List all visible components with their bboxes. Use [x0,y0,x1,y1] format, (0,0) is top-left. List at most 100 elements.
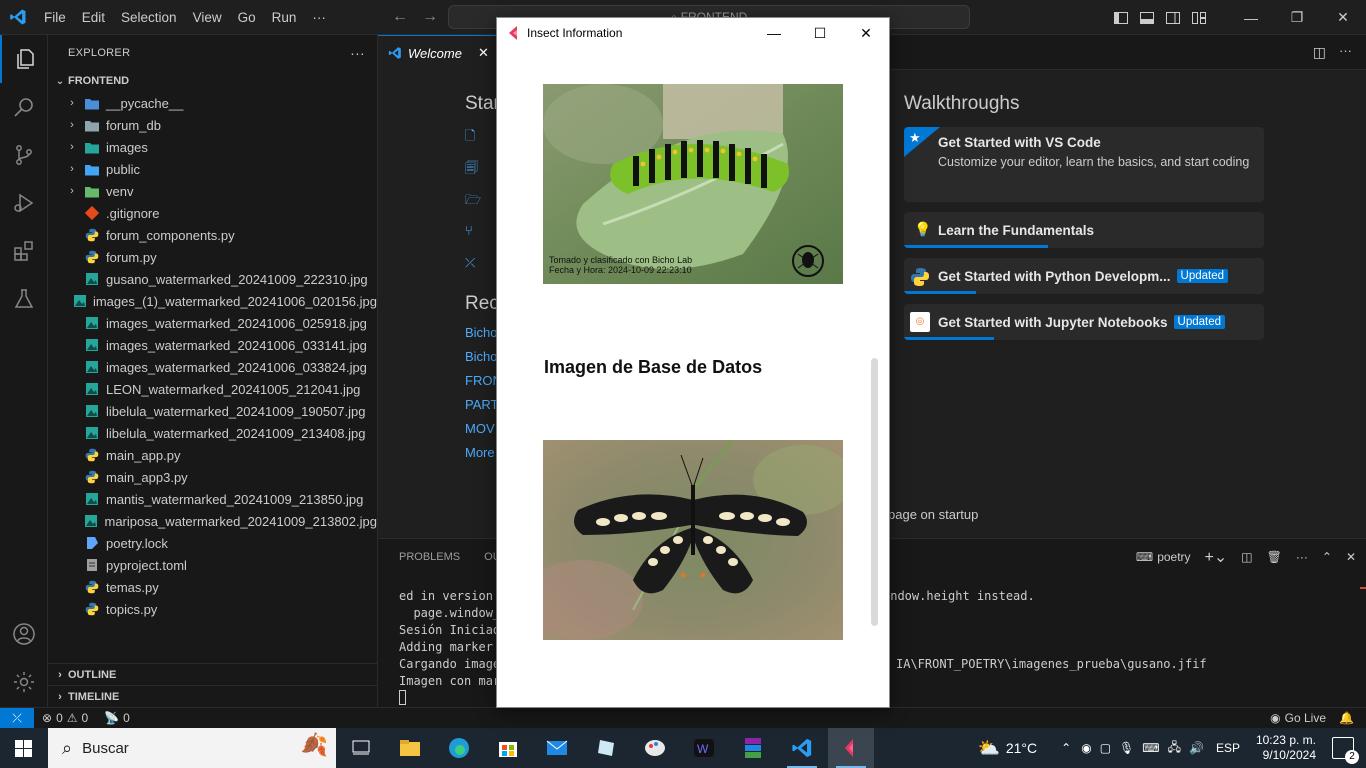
toggle-secondary-sidebar-icon[interactable] [1160,0,1186,35]
popup-scrollbar[interactable] [871,358,878,626]
language-indicator[interactable]: ESP [1216,741,1240,755]
mail-icon[interactable] [534,728,580,768]
tree-file[interactable]: mantis_watermarked_20241009_213850.jpg [48,488,377,510]
tree-file[interactable]: poetry.lock [48,532,377,554]
microsoft-store-icon[interactable] [485,728,531,768]
explorer-icon[interactable] [0,35,48,83]
vscode-taskbar-icon[interactable] [779,728,825,768]
more-actions-icon[interactable]: ··· [350,45,365,61]
new-terminal-icon[interactable]: +⌄ [1205,547,1228,567]
menu-run[interactable]: Run [264,0,305,35]
popup-minimize-icon[interactable]: — [751,18,797,48]
walkthrough-card[interactable]: ◎ Get Started with Jupyter Notebooks Upd… [904,304,1264,340]
tree-file[interactable]: images_watermarked_20241006_033824.jpg [48,356,377,378]
tree-file[interactable]: libelula_watermarked_20241009_190507.jpg [48,400,377,422]
edge-browser-icon[interactable] [436,728,482,768]
tree-file[interactable]: pyproject.toml [48,554,377,576]
tree-folder[interactable]: › venv [48,180,377,202]
tree-file[interactable]: forum_components.py [48,224,377,246]
tree-file[interactable]: temas.py [48,576,377,598]
weather-icon[interactable]: ⛅ [977,738,999,759]
menu-view[interactable]: View [185,0,230,35]
restore-icon[interactable]: ❐ [1274,0,1320,35]
record-icon[interactable]: ◉ [1081,741,1091,755]
tray-overflow-icon[interactable]: ⌃ [1061,741,1071,755]
file-explorer-icon[interactable] [387,728,433,768]
minimize-icon[interactable]: — [1228,0,1274,35]
weather-temp[interactable]: 21°C [1006,740,1037,756]
volume-icon[interactable]: 🔊 [1189,741,1204,755]
editor-more-icon[interactable]: ··· [1339,43,1352,58]
menu-selection[interactable]: Selection [113,0,185,35]
tree-file[interactable]: images_watermarked_20241006_025918.jpg [48,312,377,334]
menu-edit[interactable]: Edit [74,0,113,35]
show-on-startup-label[interactable]: page on startup [888,507,978,522]
terminal-output[interactable]: ed in version page.window_ Sesión Inicia… [378,588,500,705]
tree-folder[interactable]: › images [48,136,377,158]
tree-folder[interactable]: › public [48,158,377,180]
toggle-panel-icon[interactable] [1134,0,1160,35]
split-editor-icon[interactable]: ◫ [1313,44,1326,61]
source-control-icon[interactable] [0,131,48,179]
close-panel-icon[interactable]: ✕ [1346,550,1356,564]
menu-more[interactable]: ··· [304,0,334,35]
tree-file[interactable]: topics.py [48,598,377,620]
keyboard-icon[interactable]: ⌨ [1142,741,1159,755]
winrar-icon[interactable] [730,728,776,768]
panel-more-icon[interactable]: ··· [1296,550,1308,564]
tree-folder[interactable]: › __pycache__ [48,92,377,114]
tree-file[interactable]: main_app3.py [48,466,377,488]
tree-file[interactable]: images_watermarked_20241006_033141.jpg [48,334,377,356]
problems-status[interactable]: ⊗ 0 ⚠ 0 [42,711,88,725]
split-terminal-icon[interactable]: ◫ [1241,550,1252,564]
notifications-bell-icon[interactable]: 🔔 [1339,711,1354,725]
tree-folder[interactable]: › forum_db [48,114,377,136]
search-icon[interactable] [0,83,48,131]
remote-icon[interactable]: ⤫ [0,707,34,729]
extensions-icon[interactable] [0,227,48,275]
trash-icon[interactable]: 🗑 [1267,550,1282,564]
walkthrough-card[interactable]: 💡 Learn the Fundamentals [904,212,1264,248]
testing-icon[interactable] [0,275,48,323]
tab-welcome[interactable]: Welcome ✕ [378,35,496,70]
walkthrough-card[interactable]: Get Started with Python Developm... Upda… [904,258,1264,294]
network-icon[interactable]: 🖧 [1168,738,1181,759]
toggle-sidebar-icon[interactable] [1108,0,1134,35]
task-view-icon[interactable] [338,728,384,768]
close-icon[interactable]: ✕ [1320,0,1366,35]
tree-file[interactable]: LEON_watermarked_20241005_212041.jpg [48,378,377,400]
tree-file[interactable]: mariposa_watermarked_20241009_213802.jpg [48,510,377,532]
tree-file[interactable]: images_(1)_watermarked_20241006_020156.j… [48,290,377,312]
timeline-section[interactable]: › TIMELINE [48,685,378,707]
maximize-panel-icon[interactable]: ⌃ [1322,550,1332,564]
customize-layout-icon[interactable] [1186,0,1212,35]
paint-app-icon[interactable] [632,728,678,768]
tree-file[interactable]: main_app.py [48,444,377,466]
manage-gear-icon[interactable] [0,658,48,706]
tree-file[interactable]: libelula_watermarked_20241009_213408.jpg [48,422,377,444]
popup-maximize-icon[interactable]: ☐ [797,18,843,48]
walkthrough-card[interactable]: ★ Get Started with VS Code Customize you… [904,127,1264,202]
forward-arrow-icon[interactable]: → [422,8,438,26]
run-debug-icon[interactable] [0,179,48,227]
menu-file[interactable]: File [36,0,74,35]
tab-close-icon[interactable]: ✕ [478,45,489,61]
notification-center-icon[interactable]: 2 [1332,737,1359,764]
go-live-button[interactable]: ◉ Go Live [1270,711,1326,725]
accounts-icon[interactable] [0,610,48,658]
outline-section[interactable]: › OUTLINE [48,663,378,685]
tree-file[interactable]: forum.py [48,246,377,268]
flet-app-taskbar-icon[interactable] [828,728,874,768]
terminal-name[interactable]: poetry [1157,550,1190,564]
camera-icon[interactable]: ▢ [1100,741,1111,755]
ports-status[interactable]: 📡 0 [104,711,130,725]
warp-terminal-icon[interactable]: W [681,728,727,768]
microphone-icon[interactable]: 🎙 [1119,741,1134,755]
clock[interactable]: 10:23 p. m. 9/10/2024 [1256,733,1316,763]
popup-close-icon[interactable]: ✕ [843,18,889,48]
menu-go[interactable]: Go [230,0,264,35]
tree-file[interactable]: .gitignore [48,202,377,224]
windows-start-icon[interactable] [0,728,46,768]
tab-problems[interactable]: PROBLEMS [399,551,460,563]
tree-file[interactable]: gusano_watermarked_20241009_222310.jpg [48,268,377,290]
